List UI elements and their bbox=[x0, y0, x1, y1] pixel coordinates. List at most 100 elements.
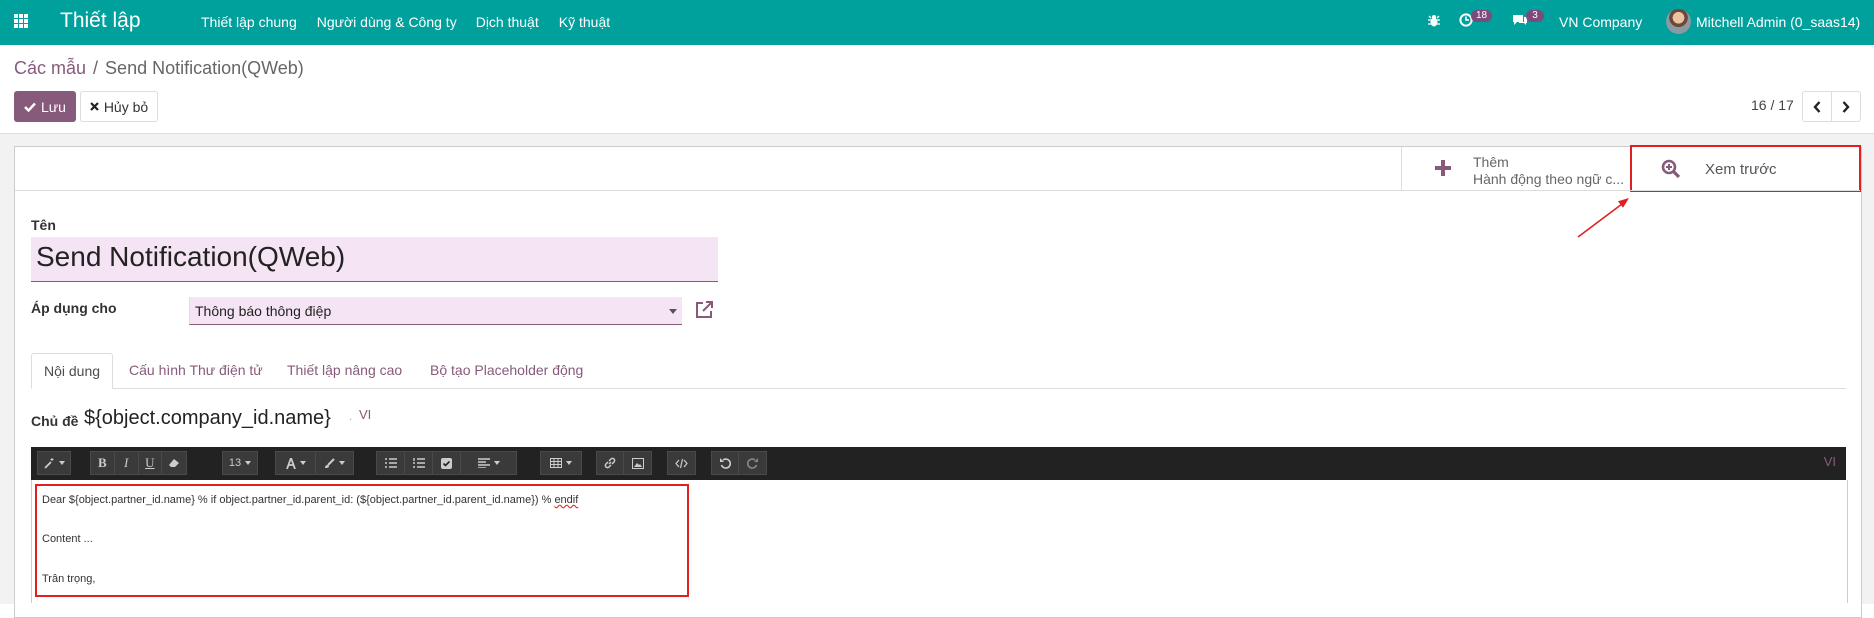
color-group bbox=[275, 451, 354, 475]
save-button[interactable]: Lưu bbox=[14, 91, 76, 122]
annotation-arrow-icon bbox=[1577, 198, 1629, 238]
paint-brush-icon bbox=[325, 457, 335, 468]
undo-button[interactable] bbox=[712, 452, 739, 474]
link-icon bbox=[604, 457, 616, 469]
name-input-value: Send Notification(QWeb) bbox=[36, 241, 346, 272]
add-context-action-title: Thêm bbox=[1473, 154, 1509, 170]
subject-language-button[interactable]: VI bbox=[359, 407, 371, 422]
activity-count-badge: 18 bbox=[1471, 10, 1493, 22]
format-group: B I U bbox=[90, 451, 187, 475]
save-button-label: Lưu bbox=[41, 98, 66, 115]
font-color-icon bbox=[285, 457, 296, 469]
image-icon bbox=[631, 457, 644, 469]
history-group bbox=[711, 451, 767, 475]
font-size-group: 13 bbox=[222, 451, 258, 475]
code-group bbox=[667, 451, 696, 475]
list-ul-icon bbox=[384, 458, 397, 468]
add-context-action-button[interactable]: Thêm Hành động theo ngữ c... bbox=[1401, 147, 1630, 190]
caret-down-icon bbox=[669, 309, 677, 314]
pager-previous-button[interactable] bbox=[1802, 91, 1832, 122]
chevron-right-icon bbox=[1842, 100, 1850, 113]
font-size-select[interactable]: 13 bbox=[223, 452, 257, 474]
eraser-icon bbox=[169, 459, 180, 467]
tabs-divider bbox=[31, 388, 1846, 389]
app-title[interactable]: Thiết lập bbox=[60, 9, 141, 33]
insert-table-button[interactable] bbox=[541, 452, 581, 474]
tab-email-config[interactable]: Cấu hình Thư điện tử bbox=[117, 353, 275, 388]
underline-button[interactable]: U bbox=[139, 452, 163, 474]
pager-value[interactable]: 16 / 17 bbox=[1751, 97, 1794, 113]
tab-advanced-settings[interactable]: Thiết lập nâng cao bbox=[275, 353, 414, 388]
font-size-value: 13 bbox=[228, 457, 242, 469]
top-navbar: Thiết lập Thiết lập chung Người dùng & C… bbox=[0, 0, 1874, 45]
italic-button[interactable]: I bbox=[115, 452, 139, 474]
magic-style-button[interactable] bbox=[38, 452, 70, 474]
insert-image-button[interactable] bbox=[624, 452, 651, 474]
preview-highlight-box bbox=[1630, 145, 1861, 192]
breadcrumb-parent-link[interactable]: Các mẫu bbox=[14, 58, 86, 78]
menu-technical[interactable]: Kỹ thuật bbox=[559, 14, 610, 30]
insert-link-button[interactable] bbox=[597, 452, 624, 474]
checklist-button[interactable] bbox=[433, 452, 461, 474]
bold-button[interactable]: B bbox=[91, 452, 115, 474]
subject-separator: · bbox=[349, 414, 353, 425]
add-context-action-subtitle: Hành động theo ngữ c... bbox=[1473, 171, 1625, 187]
code-view-button[interactable] bbox=[668, 452, 695, 474]
activity-menu[interactable]: 18 bbox=[1459, 10, 1493, 30]
applies-to-value: Thông báo thông điệp bbox=[195, 303, 332, 319]
apps-menu-icon[interactable] bbox=[14, 14, 28, 28]
button-box-divider bbox=[15, 190, 1860, 191]
breadcrumb: Các mẫu / Send Notification(QWeb) bbox=[14, 58, 304, 79]
chevron-left-icon bbox=[1813, 100, 1821, 113]
table-group bbox=[540, 451, 582, 475]
menu-users-companies[interactable]: Người dùng & Công ty bbox=[317, 14, 457, 30]
magic-wand-icon bbox=[43, 457, 53, 469]
messaging-menu[interactable]: 3 bbox=[1512, 10, 1544, 30]
ordered-list-button[interactable] bbox=[405, 452, 433, 474]
subject-input[interactable]: ${object.company_id.name} bbox=[84, 407, 331, 430]
align-left-icon bbox=[477, 458, 490, 468]
applies-to-label: Áp dụng cho bbox=[31, 300, 117, 316]
discard-button[interactable]: Hủy bỏ bbox=[80, 91, 158, 122]
remove-format-button[interactable] bbox=[162, 452, 186, 474]
undo-icon bbox=[719, 457, 731, 469]
menu-translations[interactable]: Dịch thuật bbox=[476, 14, 539, 30]
editor-toolbar: B I U 13 VI bbox=[31, 447, 1846, 480]
subject-label: Chủ đề bbox=[31, 413, 79, 429]
menu-general-settings[interactable]: Thiết lập chung bbox=[201, 14, 297, 30]
table-icon bbox=[550, 458, 562, 468]
debug-bug-icon[interactable] bbox=[1427, 14, 1441, 28]
pager-next-button[interactable] bbox=[1831, 91, 1861, 122]
insert-group bbox=[596, 451, 652, 475]
check-square-icon bbox=[441, 457, 452, 469]
redo-icon bbox=[747, 457, 758, 469]
tab-content[interactable]: Nội dung bbox=[31, 353, 114, 389]
check-icon bbox=[24, 102, 36, 112]
list-ol-icon bbox=[412, 458, 425, 468]
breadcrumb-current: Send Notification(QWeb) bbox=[105, 58, 304, 78]
tab-placeholder-generator[interactable]: Bộ tạo Placeholder động bbox=[418, 353, 595, 388]
applies-to-select[interactable]: Thông báo thông điệp bbox=[189, 297, 682, 325]
font-color-button[interactable] bbox=[276, 452, 316, 474]
style-group bbox=[37, 451, 71, 475]
breadcrumb-separator: / bbox=[93, 58, 99, 78]
body-highlight-box bbox=[35, 484, 689, 597]
name-label: Tên bbox=[31, 217, 56, 233]
code-icon bbox=[675, 458, 688, 468]
message-count-badge: 3 bbox=[1526, 10, 1544, 22]
name-input[interactable]: Send Notification(QWeb) bbox=[31, 237, 718, 282]
unordered-list-button[interactable] bbox=[377, 452, 405, 474]
paragraph-group bbox=[376, 451, 517, 475]
close-icon bbox=[90, 102, 99, 111]
user-menu[interactable]: Mitchell Admin (0_saas14) bbox=[1696, 14, 1860, 30]
discard-button-label: Hủy bỏ bbox=[103, 98, 149, 115]
company-switcher[interactable]: VN Company bbox=[1559, 14, 1642, 30]
align-button[interactable] bbox=[461, 452, 516, 474]
external-link-icon[interactable] bbox=[694, 300, 714, 320]
plus-icon bbox=[1435, 160, 1451, 176]
background-color-button[interactable] bbox=[316, 452, 353, 474]
user-avatar[interactable] bbox=[1666, 9, 1691, 34]
redo-button[interactable] bbox=[739, 452, 766, 474]
main-menu: Thiết lập chung Người dùng & Công ty Dịc… bbox=[201, 14, 630, 30]
editor-language-button[interactable]: VI bbox=[1824, 454, 1836, 469]
